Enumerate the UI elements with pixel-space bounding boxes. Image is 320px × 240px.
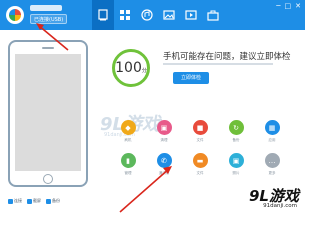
tools-grid: ◆ 刷机 ▣ 清理 ■ 文件 ↻ 备份 ▦ 应用 ▮ 管理 ✆ 通讯录 ▬ 文件 ▣ 照片 … 更多 [110, 116, 290, 182]
nav-apps[interactable] [114, 0, 136, 30]
nav-phone[interactable] [92, 0, 114, 30]
nav-toolbox[interactable] [202, 0, 224, 30]
more-icon: … [264, 153, 280, 168]
title-bar: 已连接(USB) ─ □ ✕ [0, 0, 305, 30]
tool-item[interactable]: ▣ 清理 [146, 116, 182, 149]
tool-label: 应用 [268, 138, 276, 142]
health-subtext [163, 63, 273, 65]
maximize-icon[interactable]: □ [285, 2, 292, 10]
connection-status[interactable]: 已连接(USB) [30, 14, 68, 24]
health-score: 100 分 [112, 49, 150, 87]
tool-item[interactable]: ◆ 刷机 [110, 116, 146, 149]
tool-item[interactable]: ✆ 通讯录 [146, 149, 182, 182]
tool-label: 通讯录 [158, 171, 170, 175]
music-icon [141, 9, 153, 21]
score-unit: 分 [141, 67, 147, 74]
action-connect[interactable]: 连接 [8, 198, 22, 204]
phone-screen[interactable] [15, 54, 81, 171]
phone-preview [8, 40, 88, 187]
tool-item[interactable]: ▦ 应用 [254, 116, 290, 149]
window-controls: ─ □ ✕ [276, 2, 301, 10]
score-value: 100 [115, 60, 142, 76]
tool-item[interactable]: … 更多 [254, 149, 290, 182]
tool-label: 文件 [196, 171, 204, 175]
tool-item[interactable]: ▮ 管理 [110, 149, 146, 182]
shield-icon: ◆ [120, 120, 136, 135]
tool-label: 备份 [232, 138, 240, 142]
photo-icon [163, 10, 175, 20]
tool-label: 照片 [232, 171, 240, 175]
tool-item[interactable]: ↻ 备份 [218, 116, 254, 149]
app-logo-icon[interactable] [6, 6, 24, 24]
picture-icon: ▣ [228, 153, 244, 168]
tool-label: 清理 [160, 138, 168, 142]
nav-music[interactable] [136, 0, 158, 30]
folder-icon: ▬ [192, 153, 208, 168]
action-screenshot[interactable]: 截屏 [27, 198, 41, 204]
action-backup[interactable]: 备份 [46, 198, 60, 204]
app-icon: ▦ [264, 120, 280, 135]
main-nav [92, 0, 224, 30]
tool-item[interactable]: ▣ 照片 [218, 149, 254, 182]
device-name [30, 5, 62, 11]
nav-photos[interactable] [158, 0, 180, 30]
video-icon [185, 10, 197, 20]
phone-call-icon: ✆ [156, 153, 172, 168]
close-icon[interactable]: ✕ [295, 2, 301, 10]
phone-home-button [43, 174, 53, 184]
tool-label: 刷机 [124, 138, 132, 142]
tool-label: 更多 [268, 171, 276, 175]
camera-icon [27, 198, 32, 204]
toolbox-icon [207, 10, 219, 21]
health-message: 手机可能存在问题，建议立即体检 [163, 52, 291, 62]
nav-video[interactable] [180, 0, 202, 30]
photo-icon: ▣ [156, 120, 172, 135]
checkup-button[interactable]: 立即体检 [173, 72, 209, 84]
minimize-icon[interactable]: ─ [276, 2, 280, 10]
phone-actions-bar: 连接 截屏 备份 [0, 188, 100, 214]
phone-screen-icon [98, 9, 108, 21]
grid-icon [120, 10, 130, 20]
tablet-icon: ▮ [120, 153, 136, 168]
phone-speaker [42, 47, 54, 49]
watermark-site: 91danji.com [263, 203, 297, 209]
backup-icon [46, 198, 51, 204]
tool-label: 管理 [124, 171, 132, 175]
folder-icon: ■ [192, 120, 208, 135]
link-icon [8, 198, 13, 204]
tool-item[interactable]: ▬ 文件 [182, 149, 218, 182]
tool-item[interactable]: ■ 文件 [182, 116, 218, 149]
refresh-icon: ↻ [228, 120, 244, 135]
tool-label: 文件 [196, 138, 204, 142]
